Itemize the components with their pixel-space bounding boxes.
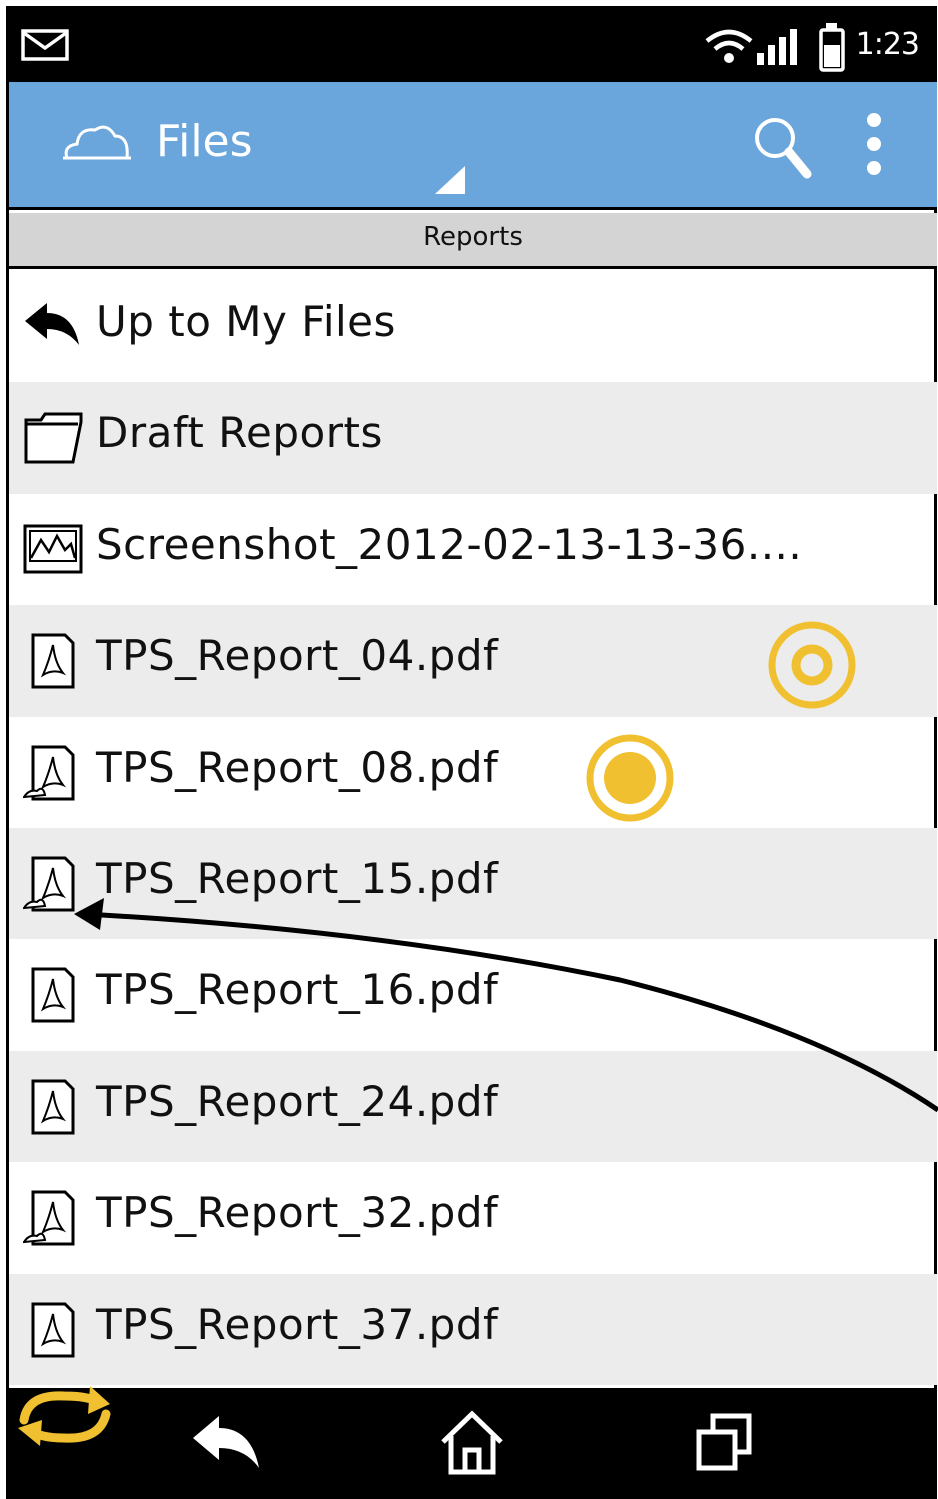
battery-icon [819, 23, 845, 72]
file-list: Up to My Files Draft Reports Screenshot_… [9, 271, 937, 1388]
pdf-icon [31, 967, 75, 1023]
list-item-label: Up to My Files [96, 297, 396, 346]
list-item-label: TPS_Report_04.pdf [96, 631, 499, 681]
image-icon [23, 524, 83, 574]
pdf-synced-icon [23, 856, 75, 912]
navigation-bar [9, 1388, 937, 1499]
breadcrumb-label: Reports [423, 222, 523, 252]
list-item-label: TPS_Report_16.pdf [96, 965, 499, 1015]
list-item-label: TPS_Report_15.pdf [96, 853, 499, 903]
cloud-icon [63, 125, 131, 160]
pdf-synced-icon [23, 745, 75, 801]
list-item-up[interactable]: Up to My Files [9, 271, 937, 382]
mail-icon [21, 29, 69, 61]
list-item-pdf[interactable]: TPS_Report_24.pdf [9, 1050, 937, 1163]
pdf-synced-icon [23, 1190, 75, 1246]
home-icon[interactable] [439, 1410, 505, 1476]
status-bar: 1:23 [9, 9, 937, 82]
list-item-pdf[interactable]: TPS_Report_37.pdf [9, 1273, 937, 1385]
back-icon[interactable] [189, 1412, 267, 1476]
list-item-folder[interactable]: Draft Reports [9, 382, 937, 494]
list-item-label: Draft Reports [96, 408, 383, 458]
pdf-icon [31, 1302, 75, 1358]
back-arrow-icon [25, 303, 79, 345]
search-icon[interactable] [749, 112, 813, 180]
list-item-label: Screenshot_2012-02-13-13-36.... [96, 519, 803, 569]
clock: 1:23 [855, 27, 920, 62]
list-item-image[interactable]: Screenshot_2012-02-13-13-36.... [9, 494, 937, 605]
app-title: Files [156, 116, 253, 167]
list-item-pdf[interactable]: TPS_Report_32.pdf [9, 1162, 937, 1273]
list-item-label: TPS_Report_08.pdf [96, 742, 499, 792]
recent-apps-icon[interactable] [695, 1412, 755, 1474]
list-item-pdf[interactable]: TPS_Report_16.pdf [9, 939, 937, 1050]
signal-icon [757, 29, 797, 65]
folder-icon [24, 412, 83, 464]
wifi-icon [705, 29, 753, 63]
overflow-menu-icon[interactable] [859, 110, 889, 180]
list-item-pdf[interactable]: TPS_Report_15.pdf [9, 827, 937, 940]
breadcrumb: Reports [9, 213, 937, 269]
app-bar: Files [9, 82, 937, 210]
list-item-label: TPS_Report_32.pdf [96, 1188, 499, 1238]
pdf-icon [31, 633, 75, 689]
list-item-label: TPS_Report_24.pdf [96, 1076, 499, 1126]
dropdown-indicator-icon [435, 166, 465, 194]
pdf-icon [31, 1079, 75, 1135]
list-item-pdf[interactable]: TPS_Report_08.pdf [9, 717, 937, 828]
list-item-pdf[interactable]: TPS_Report_04.pdf [9, 605, 937, 717]
list-item-label: TPS_Report_37.pdf [96, 1299, 499, 1349]
